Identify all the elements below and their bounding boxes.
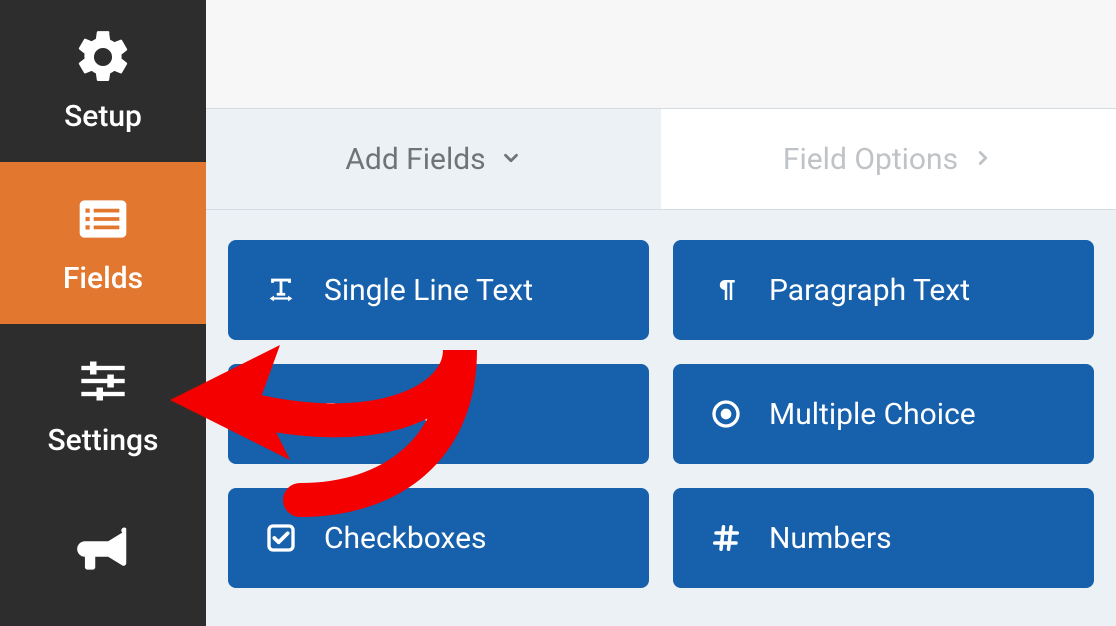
radio-dot-icon (707, 395, 745, 433)
tab-field-options[interactable]: Field Options (661, 109, 1116, 209)
gear-icon (68, 29, 138, 85)
field-label: Dropdown (324, 397, 461, 432)
sidebar-item-label: Settings (47, 423, 158, 458)
app-root: Setup Fields Settings Add Fields (0, 0, 1116, 626)
paragraph-icon (707, 271, 745, 309)
tab-label: Add Fields (345, 142, 485, 177)
tab-label: Field Options (783, 142, 958, 177)
field-numbers[interactable]: Numbers (673, 488, 1094, 588)
top-gap (206, 0, 1116, 108)
field-grid: Single Line Text Paragraph Text Dropdown (206, 210, 1116, 626)
sidebar-item-label: Setup (64, 99, 142, 134)
chevron-right-icon (972, 142, 994, 177)
text-width-icon (262, 271, 300, 309)
fields-panel: Add Fields Field Options (206, 108, 1116, 626)
field-label: Paragraph Text (769, 273, 970, 308)
sidebar-item-marketing[interactable] (0, 486, 206, 626)
field-checkboxes[interactable]: Checkboxes (228, 488, 649, 588)
hash-icon (707, 519, 745, 557)
sidebar-item-label: Fields (63, 261, 143, 296)
field-multiple-choice[interactable]: Multiple Choice (673, 364, 1094, 464)
field-label: Single Line Text (324, 273, 533, 308)
sidebar: Setup Fields Settings (0, 0, 206, 626)
sliders-icon (68, 353, 138, 409)
panel-tabs: Add Fields Field Options (206, 109, 1116, 210)
field-label: Numbers (769, 521, 892, 556)
tab-add-fields[interactable]: Add Fields (206, 109, 661, 209)
sidebar-item-settings[interactable]: Settings (0, 324, 206, 486)
list-icon (68, 191, 138, 247)
field-dropdown[interactable]: Dropdown (228, 364, 649, 464)
sidebar-item-fields[interactable]: Fields (0, 162, 206, 324)
caret-square-down-icon (262, 395, 300, 433)
bullhorn-icon (68, 521, 138, 577)
check-square-icon (262, 519, 300, 557)
main-column: Add Fields Field Options (206, 0, 1116, 626)
field-paragraph-text[interactable]: Paragraph Text (673, 240, 1094, 340)
field-label: Checkboxes (324, 521, 487, 556)
sidebar-item-setup[interactable]: Setup (0, 0, 206, 162)
field-label: Multiple Choice (769, 397, 976, 432)
chevron-down-icon (500, 142, 522, 177)
field-single-line-text[interactable]: Single Line Text (228, 240, 649, 340)
